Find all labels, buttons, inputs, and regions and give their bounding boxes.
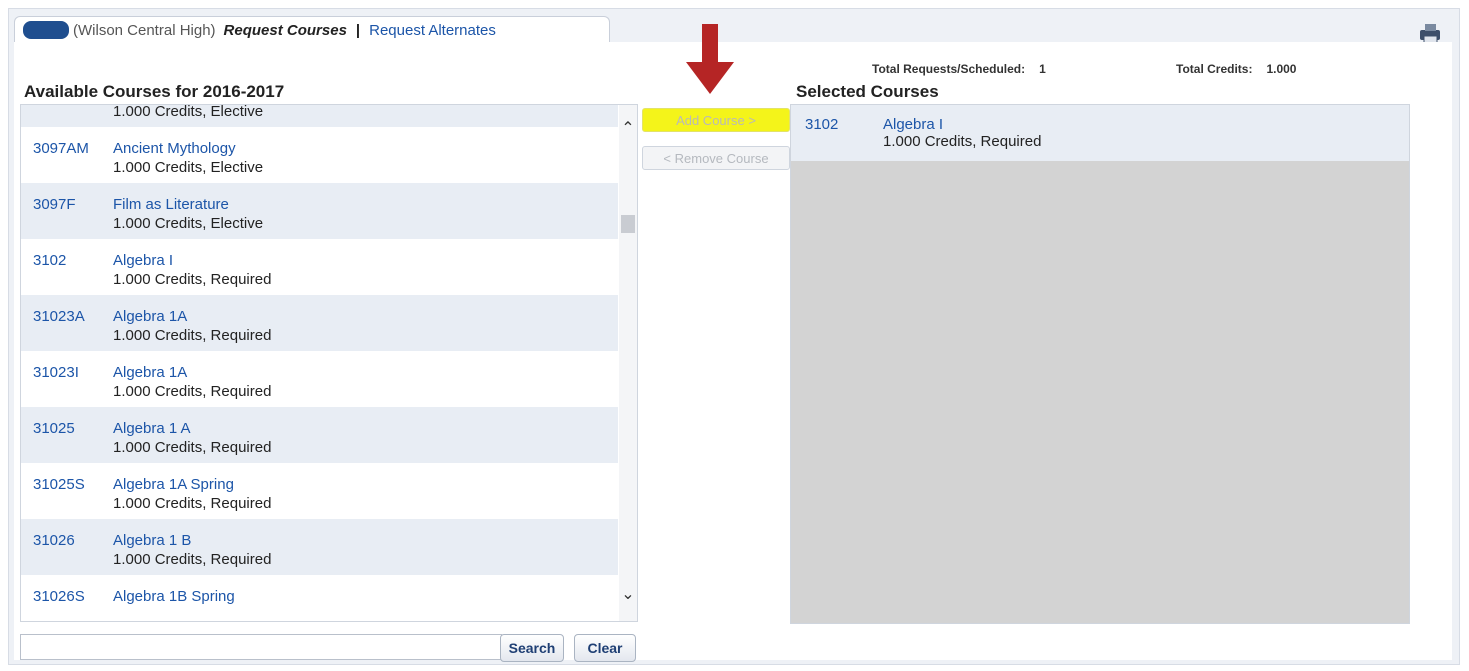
course-row[interactable]: 31023I Algebra 1A 1.000 Credits, Require… xyxy=(21,351,618,407)
clear-button[interactable]: Clear xyxy=(574,634,636,662)
course-row[interactable]: 1.000 Credits, Elective xyxy=(21,104,618,127)
course-row[interactable]: 31026 Algebra 1 B 1.000 Credits, Require… xyxy=(21,519,618,575)
tab-request-courses[interactable]: Request Courses xyxy=(224,22,347,39)
total-credits-value: 1.000 xyxy=(1266,62,1297,76)
total-requests-value: 1 xyxy=(1039,62,1046,76)
course-row[interactable]: 31023A Algebra 1A 1.000 Credits, Require… xyxy=(21,295,618,351)
tab-request-alternates[interactable]: Request Alternates xyxy=(369,22,496,39)
course-meta: 1.000 Credits, Elective xyxy=(113,104,264,120)
selected-courses-list[interactable]: 3102 Algebra I 1.000 Credits, Required xyxy=(790,104,1410,624)
course-code: 31025S xyxy=(33,476,85,493)
chevron-up-icon[interactable]: ⌃ xyxy=(619,119,637,139)
course-name: Algebra I xyxy=(113,252,174,269)
course-name: Algebra 1 B xyxy=(113,532,192,549)
course-name: Algebra 1B Spring xyxy=(113,588,235,605)
course-meta: 1.000 Credits, Required xyxy=(113,439,272,456)
course-meta: 1.000 Credits, Required xyxy=(113,271,272,288)
remove-course-button[interactable]: < Remove Course xyxy=(642,146,790,170)
course-meta: 1.000 Credits, Required xyxy=(113,495,272,512)
course-meta: 1.000 Credits, Required xyxy=(113,383,272,400)
course-code: 3097F xyxy=(33,196,76,213)
course-code: 31026 xyxy=(33,532,75,549)
course-name: Algebra 1A xyxy=(113,364,188,381)
course-name: Algebra 1 A xyxy=(113,420,191,437)
total-requests-label: Total Requests/Scheduled: xyxy=(872,62,1026,76)
print-icon[interactable] xyxy=(1418,22,1444,44)
available-courses-rows: 1.000 Credits, Elective 3097AM Ancient M… xyxy=(21,104,618,621)
search-button[interactable]: Search xyxy=(500,634,564,662)
course-row[interactable]: 3097AM Ancient Mythology 1.000 Credits, … xyxy=(21,127,618,183)
chevron-down-icon[interactable]: ⌄ xyxy=(619,585,637,605)
course-meta: 1.000 Credits, Required xyxy=(113,327,272,344)
course-name: Algebra 1A Spring xyxy=(113,476,234,493)
search-input[interactable] xyxy=(20,634,502,660)
course-row[interactable]: 3102 Algebra I 1.000 Credits, Required xyxy=(21,239,618,295)
course-meta: 1.000 Credits, Elective xyxy=(113,159,264,176)
add-course-button[interactable]: Add Course > xyxy=(642,108,790,132)
course-code: 3102 xyxy=(33,252,67,269)
total-credits-label: Total Credits: xyxy=(1176,62,1253,76)
tab-bar: (Wilson Central High) Request Courses | … xyxy=(14,16,610,43)
course-row[interactable]: 31025S Algebra 1A Spring 1.000 Credits, … xyxy=(21,463,618,519)
course-row[interactable]: 3097F Film as Literature 1.000 Credits, … xyxy=(21,183,618,239)
school-chip xyxy=(23,21,69,39)
course-name: Ancient Mythology xyxy=(113,140,236,157)
course-code: 31026S xyxy=(33,588,85,605)
course-request-panel: Total Requests/Scheduled: 1 Total Credits… xyxy=(14,24,1452,662)
total-credits: Total Credits: 1.000 xyxy=(1176,62,1296,76)
available-courses-list[interactable]: 1.000 Credits, Elective 3097AM Ancient M… xyxy=(20,104,638,622)
course-name: Film as Literature xyxy=(113,196,229,213)
course-meta: 1.000 Credits, Required xyxy=(883,133,1042,150)
school-name: (Wilson Central High) xyxy=(73,21,216,39)
course-name: Algebra 1A xyxy=(113,308,188,325)
course-meta: 1.000 Credits, Required xyxy=(113,551,272,568)
available-list-scrollbar[interactable]: ⌃ ⌄ xyxy=(619,105,637,621)
total-requests: Total Requests/Scheduled: 1 xyxy=(872,62,1046,76)
course-code: 3102 xyxy=(805,116,839,133)
course-code: 31025 xyxy=(33,420,75,437)
selected-course-row[interactable]: 3102 Algebra I 1.000 Credits, Required xyxy=(791,105,1409,161)
down-arrow-icon xyxy=(686,24,734,94)
selected-courses-title: Selected Courses xyxy=(796,82,939,101)
course-row[interactable]: 31025 Algebra 1 A 1.000 Credits, Require… xyxy=(21,407,618,463)
course-code: 31023A xyxy=(33,308,85,325)
course-meta: 1.000 Credits, Elective xyxy=(113,215,264,232)
course-code: 31023I xyxy=(33,364,79,381)
scroll-thumb[interactable] xyxy=(621,215,635,233)
course-code: 3097AM xyxy=(33,140,89,157)
available-courses-title: Available Courses for 2016-2017 xyxy=(24,82,285,101)
course-name: Algebra I xyxy=(883,116,944,133)
course-row[interactable]: 31026S Algebra 1B Spring xyxy=(21,575,618,621)
tab-separator: | xyxy=(355,21,361,39)
